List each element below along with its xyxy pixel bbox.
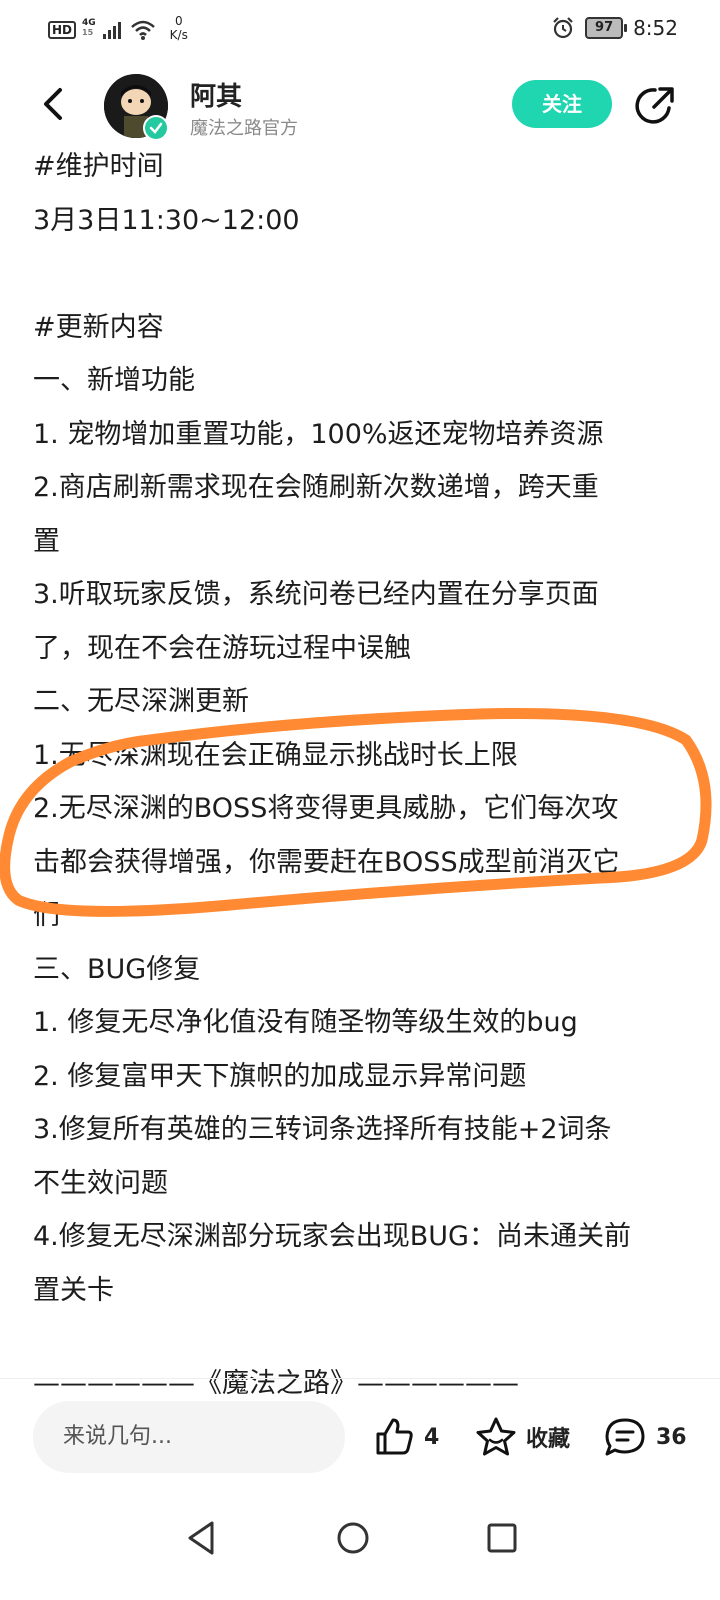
comment-input[interactable]: 来说几句...	[33, 1401, 345, 1473]
post-line: 2.无尽深渊的BOSS将变得更具威胁，它们每次攻	[33, 793, 619, 824]
post-line: 3.修复所有英雄的三转词条选择所有技能+2词条	[33, 1114, 612, 1145]
signal-icon	[102, 22, 121, 39]
post-line: 们	[33, 900, 60, 931]
post-line: 击都会获得增强，你需要赶在BOSS成型前消灭它	[33, 846, 620, 878]
network-sub: 15	[82, 28, 94, 37]
nav-home-icon	[337, 1522, 369, 1554]
post-content: #维护时间 3月3日11:30~12:00 #更新内容 一、新增功能 1. 宠物…	[33, 140, 693, 1411]
alarm-icon	[553, 17, 573, 39]
hd-badge: HD	[48, 21, 77, 39]
post-line: 4.修复无尽深渊部分玩家会出现BUG：尚未通关前	[33, 1221, 631, 1252]
like-button[interactable]: 4	[372, 1415, 439, 1459]
status-bar: HD 4G 15 0 K/s 97 8:52	[0, 0, 720, 60]
nav-back-icon	[188, 1521, 214, 1555]
follow-button[interactable]: 关注	[512, 80, 612, 128]
favorite-button[interactable]: 收藏	[474, 1415, 570, 1459]
post-line: 置关卡	[33, 1274, 114, 1306]
network-type: 4G	[82, 18, 96, 28]
post-line: 一、新增功能	[33, 365, 195, 396]
post-line: 1.无尽深渊现在会正确显示挑战时长上限	[33, 739, 518, 771]
post-header: 阿其 魔法之路官方 关注	[0, 62, 720, 152]
comment-icon	[605, 1418, 645, 1456]
back-arrow-icon	[44, 88, 62, 120]
back-button[interactable]	[34, 82, 74, 126]
share-button[interactable]	[633, 82, 679, 128]
post-line: 1. 修复无尽净化值没有随圣物等级生效的bug	[33, 1007, 578, 1038]
battery-indicator: 97	[585, 17, 628, 39]
author-name[interactable]: 阿其	[190, 76, 242, 113]
system-nav-bar	[0, 1500, 720, 1600]
post-line: #更新内容	[33, 311, 164, 343]
wifi-icon	[130, 20, 155, 40]
net-speed-unit: K/s	[169, 28, 188, 42]
post-line: #维护时间	[33, 151, 164, 182]
post-line: 3月3日11:30~12:00	[33, 204, 300, 236]
post-line: 置	[33, 525, 60, 557]
clock: 8:52	[633, 16, 678, 40]
nav-recents-icon	[487, 1523, 517, 1553]
nav-home-button[interactable]	[329, 1514, 377, 1562]
share-icon	[635, 87, 674, 124]
verified-icon	[143, 115, 169, 141]
nav-back-button[interactable]	[178, 1514, 226, 1562]
post-spacer	[33, 247, 693, 301]
post-line: 三、BUG修复	[33, 953, 201, 985]
status-left: HD 4G 15 0 K/s	[48, 14, 188, 42]
post-line: 二、无尽深渊更新	[33, 686, 249, 717]
net-speed: 0 K/s	[170, 14, 188, 42]
nav-recents-button[interactable]	[478, 1514, 526, 1562]
network-indicator: 4G 15	[82, 18, 96, 38]
net-speed-value: 0	[174, 14, 183, 28]
post-line: 不生效问题	[33, 1167, 168, 1199]
bottom-action-bar: 来说几句... 4 收藏 36	[0, 1378, 720, 1497]
post-line: 1. 宠物增加重置功能，100%返还宠物培养资源	[33, 418, 604, 450]
favorite-label: 收藏	[526, 1427, 571, 1452]
like-count: 4	[424, 1424, 440, 1450]
post-line: 3.听取玩家反馈，系统问卷已经内置在分享页面	[33, 579, 599, 610]
thumbs-up-icon	[376, 1418, 413, 1455]
author-subtitle: 魔法之路官方	[190, 118, 298, 139]
star-icon	[476, 1417, 516, 1456]
comment-count: 36	[656, 1424, 687, 1450]
post-line: 2. 修复富甲天下旗帜的加成显示异常问题	[33, 1060, 527, 1092]
status-right: 97 8:52	[551, 16, 678, 40]
post-line: 了，现在不会在游玩过程中误触	[33, 632, 411, 664]
comments-button[interactable]: 36	[602, 1415, 687, 1459]
post-line: 2.商店刷新需求现在会随刷新次数递增，跨天重	[33, 472, 599, 503]
